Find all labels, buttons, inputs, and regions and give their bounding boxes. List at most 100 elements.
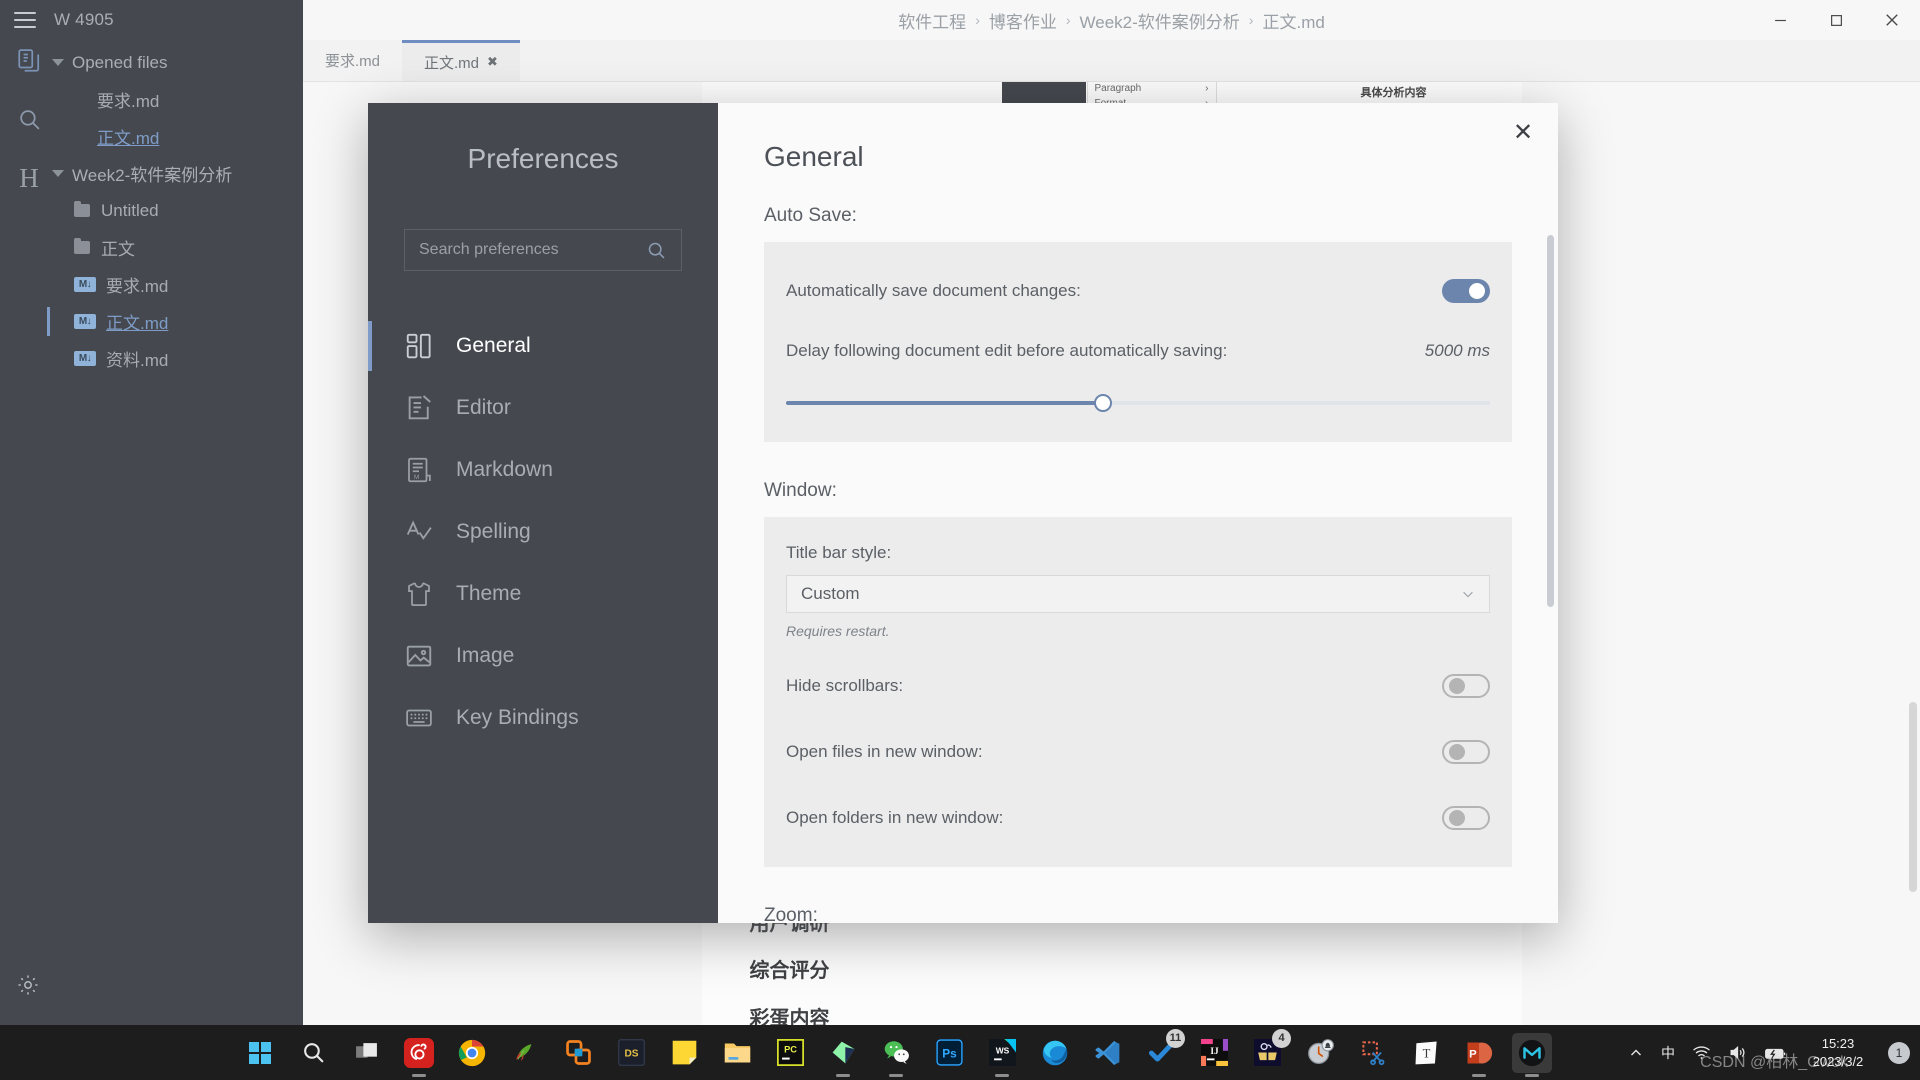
preferences-scrollbar[interactable] <box>1547 235 1554 607</box>
search-icon[interactable] <box>646 240 667 261</box>
document-heading-2: 彩蛋内容 <box>750 1002 830 1025</box>
slider-fill <box>786 401 1103 405</box>
pref-nav-item-editor[interactable]: Editor <box>368 377 718 439</box>
photoshop-icon[interactable]: Ps <box>929 1033 969 1073</box>
breadcrumb-item-0[interactable]: 软件工程 <box>898 8 966 33</box>
preferences-nav: General Editor <box>368 315 718 749</box>
tree-label: 资料.md <box>106 346 168 371</box>
title-bar-style-select[interactable]: Custom <box>786 575 1490 613</box>
vscode-icon[interactable] <box>1088 1033 1128 1073</box>
netease-music-icon[interactable] <box>399 1033 439 1073</box>
maple-leaf-icon[interactable] <box>505 1033 545 1073</box>
pref-nav-item-theme[interactable]: Theme <box>368 563 718 625</box>
clock[interactable]: 15:23 2023/3/2 <box>1805 1035 1871 1070</box>
open-files-new-window-toggle[interactable] <box>1442 740 1490 764</box>
hide-scrollbars-toggle[interactable] <box>1442 674 1490 698</box>
document-heading-1: 综合评分 <box>750 954 830 983</box>
pref-nav-item-spelling[interactable]: Spelling <box>368 501 718 563</box>
taskbar-apps: DS PC <box>240 1033 1552 1073</box>
tree-group-opened-files[interactable]: Opened files <box>52 44 303 81</box>
typora-t-icon[interactable]: T <box>1406 1033 1446 1073</box>
chrome-icon[interactable] <box>452 1033 492 1073</box>
tab-zhengwen-md[interactable]: 正文.md ✖ <box>402 40 520 81</box>
tree-item-opened-zhengwen[interactable]: 正文.md <box>52 118 303 155</box>
tree-file-yaoqiu-md[interactable]: M↓ 要求.md <box>52 266 303 303</box>
markdown-icon: M↓ <box>74 277 96 292</box>
tree-item-opened-yaoqiu[interactable]: 要求.md <box>52 81 303 118</box>
sidebar-rail: H <box>0 48 58 192</box>
breadcrumb-item-1[interactable]: 博客作业 <box>989 8 1057 33</box>
powerpoint-icon[interactable]: P <box>1459 1033 1499 1073</box>
pref-nav-label: Image <box>456 644 514 668</box>
tree-folder-untitled[interactable]: Untitled <box>52 192 303 229</box>
sticky-notes-icon[interactable] <box>664 1033 704 1073</box>
media-player-icon[interactable] <box>823 1033 863 1073</box>
ime-indicator[interactable]: 中 <box>1661 1043 1675 1063</box>
pref-nav-item-key-bindings[interactable]: Key Bindings <box>368 687 718 749</box>
system-tray: 中 15:23 <box>1628 1035 1910 1070</box>
notification-center-button[interactable]: 1 <box>1888 1042 1910 1064</box>
minimize-button[interactable] <box>1752 0 1808 40</box>
tree-folder-zhengwen[interactable]: 正文 <box>52 229 303 266</box>
task-view-icon[interactable] <box>346 1033 386 1073</box>
tree-file-ziliao-md[interactable]: M↓ 资料.md <box>52 340 303 377</box>
files-icon[interactable] <box>16 48 42 74</box>
document-scrollbar[interactable] <box>1909 702 1917 892</box>
picture-icon <box>404 641 434 671</box>
mweb-icon[interactable] <box>1512 1033 1552 1073</box>
row-open-folders-new-window: Open folders in new window: <box>786 795 1490 841</box>
tab-close-icon[interactable]: ✖ <box>487 54 498 70</box>
tree-group-week2[interactable]: Week2-软件案例分析 <box>52 155 303 192</box>
svg-text:DS: DS <box>624 1049 638 1060</box>
file-explorer-icon[interactable] <box>717 1033 757 1073</box>
datagrip-icon[interactable]: DS <box>611 1033 651 1073</box>
pref-nav-item-general[interactable]: General <box>368 315 718 377</box>
snipping-tool-icon[interactable] <box>1353 1033 1393 1073</box>
preferences-search[interactable] <box>404 229 682 271</box>
maximize-button[interactable] <box>1808 0 1864 40</box>
close-button[interactable] <box>1864 0 1920 40</box>
vmware-icon[interactable] <box>558 1033 598 1073</box>
tree-label: Untitled <box>101 201 159 221</box>
search-preferences-input[interactable] <box>419 241 646 259</box>
auto-save-card: Automatically save document changes: Del… <box>764 242 1512 442</box>
auto-save-delay-slider[interactable] <box>786 390 1490 416</box>
edge-icon[interactable] <box>1035 1033 1075 1073</box>
todo-check-icon[interactable]: 11 <box>1141 1033 1181 1073</box>
row-hide-scrollbars: Hide scrollbars: <box>786 663 1490 709</box>
tab-yaoqiu-md[interactable]: 要求.md <box>303 40 402 81</box>
row-open-files-new-window: Open files in new window: <box>786 729 1490 775</box>
wifi-icon[interactable] <box>1692 1043 1711 1062</box>
webstorm-icon[interactable]: WS <box>982 1033 1022 1073</box>
search-icon[interactable] <box>17 107 42 132</box>
gear-icon[interactable] <box>16 973 40 997</box>
breadcrumb-item-3[interactable]: 正文.md <box>1262 8 1324 33</box>
slider-handle[interactable] <box>1094 394 1112 412</box>
close-preferences-icon[interactable]: ✕ <box>1508 117 1538 147</box>
pref-nav-item-image[interactable]: Image <box>368 625 718 687</box>
wechat-icon[interactable] <box>876 1033 916 1073</box>
chevron-up-icon[interactable] <box>1628 1045 1644 1061</box>
reader-icon[interactable]: 4 <box>1247 1033 1287 1073</box>
hamburger-icon[interactable] <box>14 12 36 28</box>
clock-alarm-icon[interactable] <box>1300 1033 1340 1073</box>
volume-icon[interactable] <box>1728 1043 1747 1062</box>
chevron-down-icon[interactable] <box>52 59 64 66</box>
start-windows-icon[interactable] <box>240 1033 280 1073</box>
pref-nav-item-markdown[interactable]: M Markdown <box>368 439 718 501</box>
intellij-idea-icon[interactable]: IJ <box>1194 1033 1234 1073</box>
outline-h-icon[interactable]: H <box>19 165 39 192</box>
pycharm-icon[interactable]: PC <box>770 1033 810 1073</box>
tshirt-icon <box>404 579 434 609</box>
context-menu-item-paragraph[interactable]: Paragraph › <box>1088 82 1216 96</box>
menu-label: Paragraph <box>1095 83 1142 94</box>
toggle-knob <box>1449 744 1465 760</box>
tree-file-zhengwen-md[interactable]: M↓ 正文.md <box>52 303 303 340</box>
battery-charging-icon[interactable] <box>1764 1041 1788 1065</box>
search-icon[interactable] <box>293 1033 333 1073</box>
preferences-panel: ✕ General Auto Save: Automatically save … <box>718 103 1558 923</box>
breadcrumb-item-2[interactable]: Week2-软件案例分析 <box>1080 8 1240 33</box>
chevron-down-icon[interactable] <box>52 170 64 177</box>
open-folders-new-window-toggle[interactable] <box>1442 806 1490 830</box>
auto-save-toggle[interactable] <box>1442 279 1490 303</box>
